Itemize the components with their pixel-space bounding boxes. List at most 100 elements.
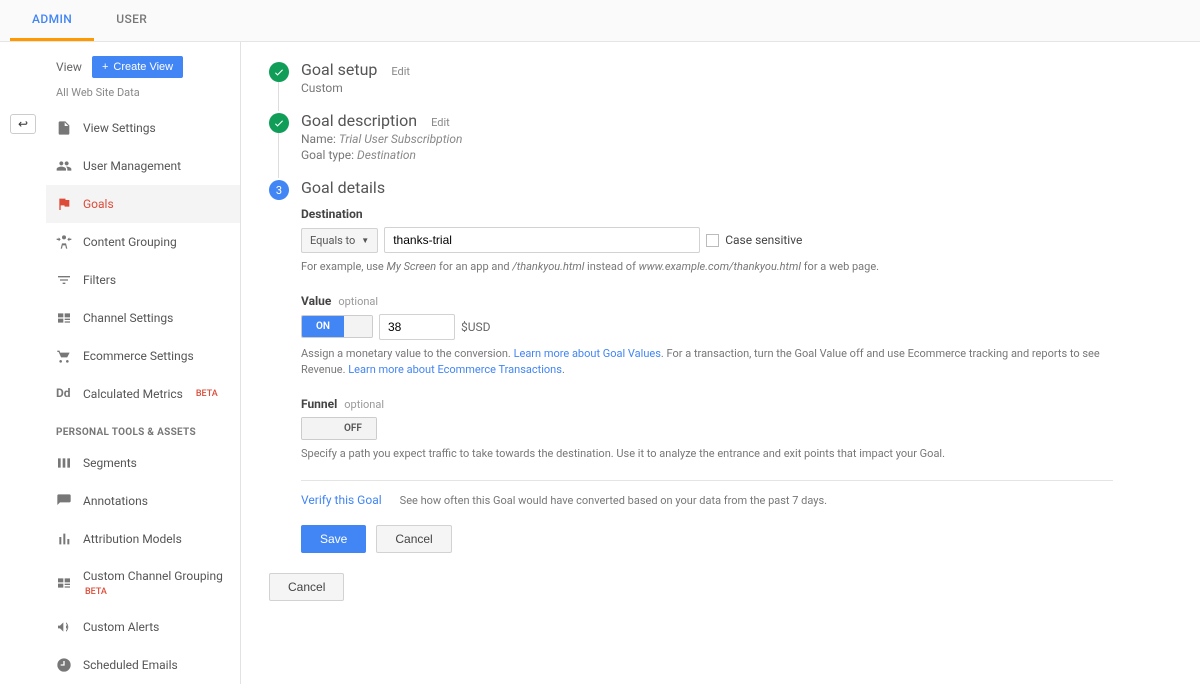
check-icon: [273, 117, 285, 129]
cancel-button[interactable]: Cancel: [376, 525, 451, 553]
funnel-header: Funnel: [301, 397, 337, 411]
nav-label: Content Grouping: [83, 235, 177, 249]
outer-cancel-button[interactable]: Cancel: [269, 573, 344, 601]
step-desc-name-label: Name:: [301, 132, 336, 146]
nav-label: Channel Settings: [83, 311, 173, 325]
step-setup-edit[interactable]: Edit: [391, 65, 410, 78]
step-1-badge: [269, 62, 289, 82]
nav-label: Goals: [83, 197, 114, 211]
case-sensitive-label: Case sensitive: [725, 233, 802, 247]
nav-label: Segments: [83, 456, 137, 470]
verify-goal-text: See how often this Goal would have conve…: [400, 494, 827, 507]
nav-annotations[interactable]: Annotations: [46, 482, 240, 520]
step-2-badge: [269, 113, 289, 133]
nav-view-settings[interactable]: View Settings: [46, 109, 240, 147]
value-currency: $USD: [461, 320, 491, 334]
value-header: Value: [301, 294, 331, 308]
destination-header: Destination: [301, 207, 1113, 221]
nav-channel-settings[interactable]: Channel Settings: [46, 299, 240, 337]
nav-goals[interactable]: Goals: [46, 185, 240, 223]
nav-label: User Management: [83, 159, 181, 173]
view-name: All Web Site Data: [46, 86, 240, 109]
step-desc-name-value: Trial User Subscribption: [339, 132, 463, 146]
destination-hint: For example, use My Screen for an app an…: [301, 259, 1113, 276]
nav-segments[interactable]: Segments: [46, 444, 240, 482]
person-arrows-icon: [56, 234, 72, 250]
toggle-on-label: ON: [302, 316, 344, 337]
funnel-hint: Specify a path you expect traffic to tak…: [301, 446, 1113, 463]
top-tabs: ADMIN USER: [0, 0, 1200, 42]
flag-icon: [56, 196, 72, 212]
dd-icon: Dd: [56, 386, 72, 402]
cart-icon: [56, 348, 72, 364]
nav-label: Annotations: [83, 494, 148, 508]
nav-label: View Settings: [83, 121, 156, 135]
value-toggle[interactable]: ON: [301, 315, 373, 338]
toggle-off-label: OFF: [330, 418, 376, 439]
check-icon: [273, 66, 285, 78]
ecommerce-transactions-link[interactable]: Learn more about Ecommerce Transactions: [348, 363, 562, 376]
value-optional: optional: [338, 295, 378, 308]
funnel-toggle[interactable]: OFF: [301, 417, 377, 440]
channel-icon: [56, 310, 72, 326]
tab-admin[interactable]: ADMIN: [10, 0, 94, 41]
clock-icon: [56, 657, 72, 673]
value-hint: Assign a monetary value to the conversio…: [301, 346, 1113, 379]
case-sensitive-checkbox[interactable]: [706, 234, 719, 247]
nav-calculated-metrics[interactable]: Dd Calculated Metrics BETA: [46, 375, 240, 413]
nav-label: Custom Channel Grouping: [83, 569, 223, 583]
nav-custom-channel[interactable]: Custom Channel Grouping BETA: [46, 558, 240, 608]
beta-badge: BETA: [196, 389, 218, 399]
nav-ecommerce[interactable]: Ecommerce Settings: [46, 337, 240, 375]
funnel-optional: optional: [344, 398, 384, 411]
step-desc-title: Goal description: [301, 111, 417, 130]
nav-scheduled-emails[interactable]: Scheduled Emails: [46, 646, 240, 684]
step-desc-type-value: Destination: [357, 148, 416, 162]
megaphone-icon: [56, 619, 72, 635]
nav-label: Calculated Metrics: [83, 387, 183, 401]
nav-attribution[interactable]: Attribution Models: [46, 520, 240, 558]
plus-icon: +: [102, 61, 108, 73]
beta-badge: BETA: [85, 587, 107, 597]
step-setup-title: Goal setup: [301, 60, 377, 79]
sidebar: View + Create View All Web Site Data Vie…: [46, 42, 241, 684]
nav-content-grouping[interactable]: Content Grouping: [46, 223, 240, 261]
create-view-label: Create View: [113, 61, 173, 73]
step-desc-type-label: Goal type:: [301, 148, 354, 162]
nav-user-management[interactable]: User Management: [46, 147, 240, 185]
save-button[interactable]: Save: [301, 525, 366, 553]
bars-icon: [56, 531, 72, 547]
nav-label: Filters: [83, 273, 116, 287]
segments-icon: [56, 455, 72, 471]
nav-filters[interactable]: Filters: [46, 261, 240, 299]
toggle-off-slot: [344, 316, 372, 337]
comment-icon: [56, 493, 72, 509]
view-label: View: [56, 60, 82, 74]
main-content: Goal setup Edit Custom Goal description …: [241, 42, 1141, 684]
chevron-down-icon: ▼: [361, 236, 369, 245]
back-button[interactable]: ↩: [10, 114, 36, 134]
step-setup-sub: Custom: [301, 81, 1113, 95]
step-details-title: Goal details: [301, 178, 385, 197]
verify-goal-link[interactable]: Verify this Goal: [301, 493, 382, 507]
destination-match-value: Equals to: [310, 234, 355, 247]
step-3-badge: 3: [269, 180, 289, 200]
section-personal-tools: PERSONAL TOOLS & ASSETS: [46, 413, 240, 444]
divider: [301, 480, 1113, 481]
value-amount-input[interactable]: [379, 314, 455, 340]
funnel-icon: [56, 272, 72, 288]
channel-icon: [56, 575, 72, 591]
tab-user[interactable]: USER: [94, 0, 169, 41]
nav-label: Scheduled Emails: [83, 658, 178, 672]
nav-custom-alerts[interactable]: Custom Alerts: [46, 608, 240, 646]
nav-label: Attribution Models: [83, 532, 182, 546]
create-view-button[interactable]: + Create View: [92, 56, 183, 78]
step-desc-edit[interactable]: Edit: [431, 116, 450, 129]
destination-input[interactable]: [384, 227, 700, 253]
page-icon: [56, 120, 72, 136]
destination-match-dropdown[interactable]: Equals to ▼: [301, 228, 378, 253]
goal-values-link[interactable]: Learn more about Goal Values: [514, 347, 661, 360]
nav-label: Ecommerce Settings: [83, 349, 194, 363]
toggle-on-slot: [302, 418, 330, 439]
nav-label: Custom Alerts: [83, 620, 159, 634]
